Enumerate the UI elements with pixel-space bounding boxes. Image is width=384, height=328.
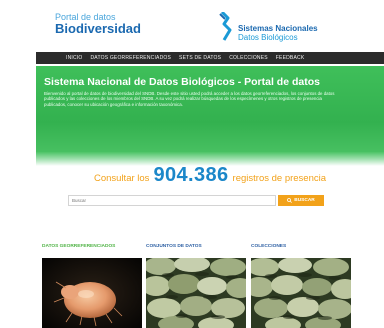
sndb-logo-line1: Sistemas Nacionales (238, 24, 318, 33)
search-button-label: BUSCAR (294, 198, 315, 203)
search-icon (287, 198, 293, 203)
nav-item-colecciones[interactable]: COLECCIONES (229, 55, 268, 61)
sndb-logo-mark-icon (219, 12, 232, 41)
nav-item-sets-de-datos[interactable]: SETS DE DATOS (179, 55, 221, 61)
counter-value[interactable]: 904.386 (153, 164, 228, 187)
counter-suffix: registros de presencia (232, 173, 327, 184)
hero-description: Bienvenido al portal de datos de biodive… (44, 91, 335, 107)
counter-prefix: Consultar los (93, 173, 150, 184)
sndb-logo-line2: Datos Biológicos (238, 33, 298, 42)
portal-logo[interactable]: Portal de datos Biodiversidad (55, 12, 141, 36)
section-label-georef[interactable]: DATOS GEORREFERENCIADOS (42, 244, 115, 249)
collections-thumbnail[interactable] (251, 258, 351, 328)
search-input[interactable] (68, 195, 276, 206)
georef-thumbnail[interactable] (42, 258, 142, 328)
hero-title: Sistema Nacional de Datos Biológicos - P… (44, 76, 320, 88)
datasets-thumbnail[interactable] (146, 258, 246, 328)
nav-item-feedback[interactable]: FEEDBACK (276, 55, 305, 61)
bivalves-image-2 (251, 258, 351, 328)
bivalves-image (146, 258, 246, 328)
nav-item-datos-georreferenciados[interactable]: DATOS GEORREFERENCIADOS (90, 55, 171, 61)
page: Portal de datos Biodiversidad Sistemas N… (0, 0, 384, 328)
search-button[interactable]: BUSCAR (278, 195, 324, 206)
hero-banner: Sistema Nacional de Datos Biológicos - P… (36, 66, 384, 160)
section-label-datasets[interactable]: CONJUNTOS DE DATOS (146, 244, 202, 249)
main-nav: INICIO DATOS GEORREFERENCIADOS SETS DE D… (36, 52, 384, 64)
nav-item-inicio[interactable]: INICIO (66, 55, 82, 61)
site-header: Portal de datos Biodiversidad Sistemas N… (0, 0, 384, 50)
specimen-image (42, 258, 142, 328)
portal-logo-title: Biodiversidad (55, 21, 141, 36)
records-counter: Consultar los 904.386 registros de prese… (36, 164, 384, 190)
search-bar: BUSCAR (68, 195, 324, 207)
section-label-collections[interactable]: COLECCIONES (251, 244, 286, 249)
